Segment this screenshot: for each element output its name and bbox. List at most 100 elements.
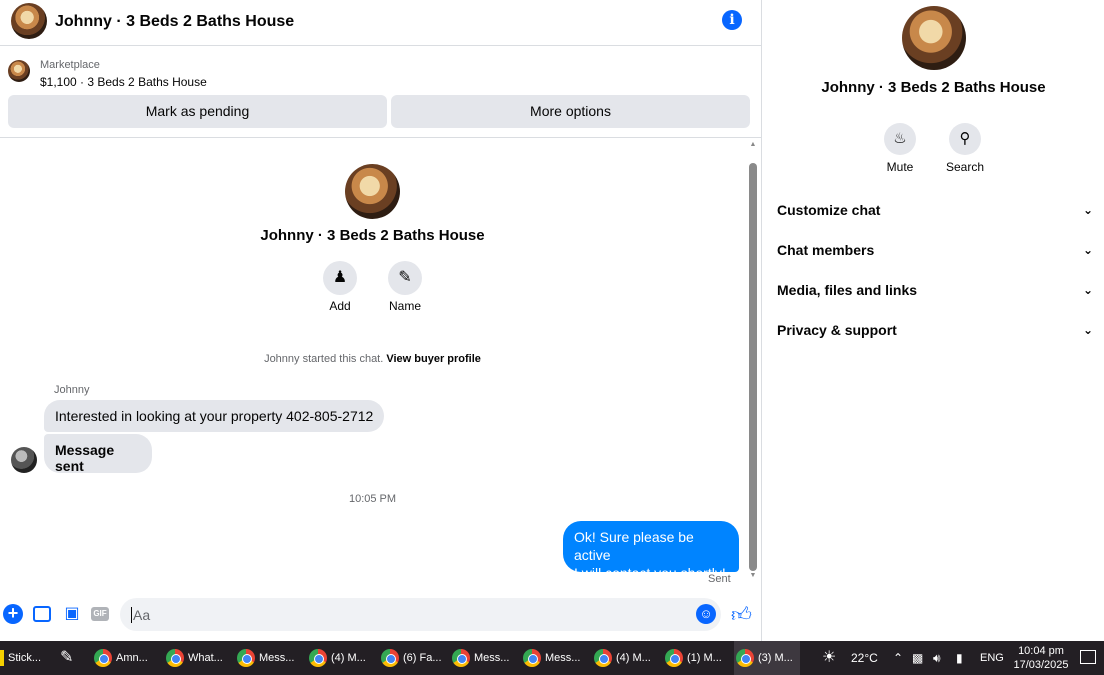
taskbar-chrome-window[interactable]: What...	[164, 641, 230, 675]
chrome-icon	[309, 649, 327, 667]
taskbar-chrome-window[interactable]: Amn...	[92, 641, 158, 675]
taskbar-label: (4) M...	[616, 652, 651, 664]
taskbar-chrome-window-active[interactable]: (3) M...	[734, 641, 800, 675]
thumbs-up-icon[interactable]: 👍︎	[731, 603, 752, 627]
mute-label: Mute	[886, 160, 914, 174]
network-icon[interactable]: ▩	[912, 641, 923, 675]
taskbar-label: (3) M...	[758, 652, 793, 664]
language-indicator[interactable]: ENG	[980, 641, 1004, 675]
scrollbar-thumb[interactable]	[749, 163, 757, 571]
search-label: Search	[945, 160, 985, 174]
name-label: Name	[388, 299, 421, 313]
chat-title[interactable]: Johnny · 3 Beds 2 Baths House	[55, 13, 294, 31]
notifications-icon[interactable]	[1080, 650, 1096, 664]
section-media-files-links[interactable]: Media, files and links ⌄	[777, 278, 1093, 302]
chrome-icon	[665, 649, 683, 667]
section-customize-chat[interactable]: Customize chat ⌄	[777, 198, 1093, 222]
taskbar-label: Mess...	[474, 652, 510, 664]
chrome-icon	[94, 649, 112, 667]
palette-icon: ✎	[60, 649, 74, 666]
photo-icon[interactable]	[33, 606, 51, 622]
info-icon[interactable]: i	[722, 10, 742, 30]
plus-icon[interactable]: +	[3, 604, 23, 624]
chat-panel: Johnny · 3 Beds 2 Baths House i Marketpl…	[0, 0, 762, 641]
volume-icon[interactable]: 🔊︎	[933, 641, 941, 675]
listing-thumbnail[interactable]	[8, 60, 30, 82]
chevron-down-icon: ⌄	[1082, 323, 1093, 337]
clock-time: 10:04 pm	[1018, 645, 1064, 657]
taskbar-paint[interactable]: ✎	[56, 641, 86, 675]
taskbar-chrome-window[interactable]: (6) Fa...	[379, 641, 445, 675]
taskbar-label: What...	[188, 652, 223, 664]
search-icon[interactable]: ⚲	[949, 123, 981, 155]
add-label: Add	[329, 299, 351, 313]
battery-icon[interactable]: ▮	[956, 641, 963, 675]
chrome-icon	[452, 649, 470, 667]
sent-status: Sent	[708, 573, 731, 585]
pencil-icon[interactable]: ✎	[388, 261, 422, 295]
gif-icon[interactable]: GIF	[91, 607, 109, 621]
details-title: Johnny · 3 Beds 2 Baths House	[821, 79, 1046, 96]
section-label: Media, files and links	[777, 282, 918, 298]
taskbar-label: (6) Fa...	[403, 652, 442, 664]
marketplace-bar: Marketplace $1,100 · 3 Beds 2 Baths Hous…	[0, 50, 762, 138]
more-options-button[interactable]: More options	[391, 95, 750, 128]
chrome-icon	[237, 649, 255, 667]
scroll-down-arrow-icon[interactable]: ▼	[748, 572, 758, 579]
listing-summary[interactable]: $1,100 · 3 Beds 2 Baths House	[40, 75, 207, 89]
messenger-window: Johnny · 3 Beds 2 Baths House i Marketpl…	[0, 0, 1104, 641]
scroll-up-arrow-icon[interactable]: ▲	[748, 141, 758, 148]
chevron-up-icon[interactable]: ⌃	[893, 641, 903, 675]
taskbar-chrome-window[interactable]: Mess...	[521, 641, 587, 675]
taskbar-label: Stick...	[8, 652, 42, 664]
sender-name: Johnny	[54, 384, 90, 396]
section-chat-members[interactable]: Chat members ⌄	[777, 238, 1093, 262]
mark-pending-button[interactable]: Mark as pending	[8, 95, 387, 128]
incoming-message[interactable]: Interested in looking at your property 4…	[44, 400, 385, 432]
weather-icon[interactable]: ☀	[822, 641, 836, 675]
add-person-icon[interactable]: ♟	[323, 261, 357, 295]
chat-details-panel: Johnny · 3 Beds 2 Baths House ♨ Mute ⚲ S…	[763, 0, 1104, 641]
chevron-down-icon: ⌄	[1082, 283, 1093, 297]
chat-header: Johnny · 3 Beds 2 Baths House i	[0, 0, 762, 46]
section-label: Privacy & support	[777, 322, 897, 338]
chat-avatar[interactable]	[11, 3, 47, 39]
message-composer: + ▣ GIF Aa ☺ 👍︎	[0, 596, 762, 641]
thread-avatar	[345, 164, 400, 219]
marketplace-label: Marketplace	[40, 59, 100, 71]
taskbar-chrome-window[interactable]: (1) M...	[663, 641, 729, 675]
windows-taskbar: Stick... ✎ Amn... What... Mess... (4) M.…	[0, 641, 1104, 675]
chrome-icon	[166, 649, 184, 667]
taskbar-label: Mess...	[259, 652, 295, 664]
chevron-down-icon: ⌄	[1082, 203, 1093, 217]
incoming-message[interactable]: Message sent	[44, 434, 152, 474]
outgoing-message[interactable]: Ok! Sure please be active I will contact …	[563, 521, 739, 581]
taskbar-sticky-notes[interactable]: Stick...	[0, 641, 48, 675]
sender-avatar[interactable]	[11, 447, 37, 473]
sticker-icon[interactable]: ▣	[62, 604, 82, 624]
emoji-icon[interactable]: ☺	[696, 604, 716, 624]
chrome-icon	[523, 649, 541, 667]
taskbar-label: (4) M...	[331, 652, 366, 664]
view-buyer-profile-link[interactable]: View buyer profile	[386, 353, 481, 365]
bell-icon[interactable]: ♨	[884, 123, 916, 155]
section-privacy-support[interactable]: Privacy & support ⌄	[777, 318, 1093, 342]
weather-temp[interactable]: 22°C	[851, 641, 878, 675]
outgoing-message-text: Ok! Sure please be active I will contact …	[574, 529, 726, 581]
message-timestamp: 10:05 PM	[348, 493, 397, 505]
taskbar-chrome-window[interactable]: (4) M...	[592, 641, 658, 675]
clock[interactable]: 10:04 pm 17/03/2025	[1012, 644, 1070, 672]
taskbar-label: Amn...	[116, 652, 148, 664]
taskbar-chrome-window[interactable]: Mess...	[450, 641, 516, 675]
chrome-icon	[594, 649, 612, 667]
message-placeholder: Aa	[131, 607, 151, 623]
taskbar-chrome-window[interactable]: Mess...	[235, 641, 301, 675]
thread-title: Johnny · 3 Beds 2 Baths House	[260, 227, 485, 244]
chrome-icon	[381, 649, 399, 667]
message-input[interactable]: Aa ☺	[120, 598, 721, 631]
taskbar-chrome-window[interactable]: (4) M...	[307, 641, 373, 675]
details-avatar[interactable]	[902, 6, 966, 70]
taskbar-label: Mess...	[545, 652, 581, 664]
message-thread[interactable]: Johnny · 3 Beds 2 Baths House ♟ Add ✎ Na…	[0, 140, 748, 595]
clock-date: 17/03/2025	[1013, 659, 1069, 671]
